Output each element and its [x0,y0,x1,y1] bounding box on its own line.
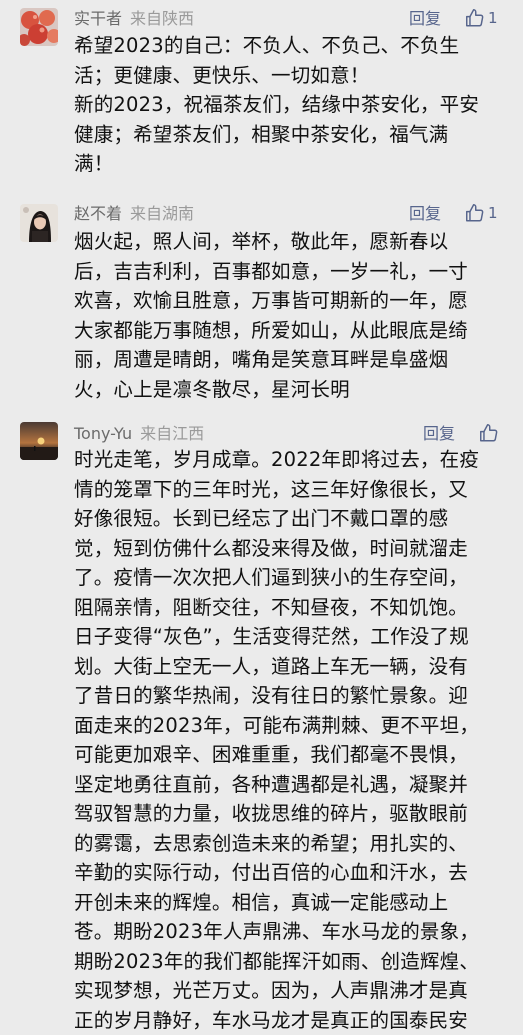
like-button[interactable]: 1 [464,201,498,225]
comment-text: 烟火起，照人间，举杯，敬此年，愿新春以 后，吉吉利利，百事都如意，一岁一礼，一寸… [74,227,504,404]
comment-line: 坚定地勇往直前，各种遭遇都是礼遇，凝聚并 [74,770,504,800]
comment-line: 丽，周遭是晴朗，嘴角是笑意耳畔是阜盛烟 [74,345,504,375]
like-button[interactable] [478,421,500,445]
author-location: 来自湖南 [130,204,194,223]
comment-line: 满！ [74,149,504,179]
comment-line: 了昔日的繁华热闹，没有往日的繁忙景象。迎 [74,681,504,711]
author-location: 来自江西 [140,424,204,443]
comment-line: 觉，短到仿佛什么都没来得及做，时间就溜走 [74,534,504,564]
reply-button[interactable]: 回复 [409,204,441,224]
comment-line: 后，吉吉利利，百事都如意，一岁一礼，一寸 [74,257,504,287]
comment-line: 划。大街上空无一人，道路上车无一辆，没有 [74,652,504,682]
avatar[interactable] [20,8,58,46]
comment-line: 阻隔亲情，阻断交往，不知昼夜，不知饥饱。 [74,593,504,623]
comment-line: 欢喜，欢愉且胜意，万事皆可期新的一年，愿 [74,286,504,316]
comment-header: 赵不着来自湖南 [74,204,194,224]
comment-line: 实现梦想，光芒万丈。因为，人声鼎沸才是真 [74,976,504,1006]
like-button[interactable]: 1 [464,6,498,30]
avatar[interactable] [20,204,58,242]
comment-line: 好像很短。长到已经忘了出门不戴口罩的感 [74,504,504,534]
comment-line: 活；更健康、更快乐、一切如意！ [74,61,504,91]
comment-line: 苍。期盼2023年人声鼎沸、车水马龙的景象， [74,917,504,947]
comment-line: 了。疫情一次次把人们逼到狭小的生存空间， [74,563,504,593]
comment-line: 希望2023的自己：不负人、不负己、不负生 [74,31,504,61]
comment-line: 期盼2023年的我们都能挥汗如雨、创造辉煌、 [74,947,504,977]
comment-line: 新的2023，祝福茶友们，结缘中茶安化，平安 [74,90,504,120]
comment-line: 正的岁月静好，车水马龙才是真正的国泰民安 [74,1006,504,1035]
reply-button[interactable]: 回复 [409,9,441,29]
thumbs-up-icon [464,7,486,29]
author-name[interactable]: 赵不着 [74,204,122,223]
author-location: 来自陕西 [130,9,194,28]
like-count: 1 [488,204,498,222]
comment-line: 日子变得“灰色”，生活变得茫然，工作没了规 [74,622,504,652]
comment-text: 希望2023的自己：不负人、不负己、不负生 活；更健康、更快乐、一切如意！ 新的… [74,31,504,179]
comment-text: 时光走笔，岁月成章。2022年即将过去，在疫 情的笼罩下的三年时光，这三年好像很… [74,445,504,1035]
comment-line: 时光走笔，岁月成章。2022年即将过去，在疫 [74,445,504,475]
comment-line: 面走来的2023年，可能布满荆棘、更不平坦， [74,711,504,741]
comment-line: 可能更加艰辛、困难重重，我们都毫不畏惧， [74,740,504,770]
author-name[interactable]: 实干者 [74,9,122,28]
thumbs-up-icon [464,202,486,224]
comment-line: 情的笼罩下的三年时光，这三年好像很长，又 [74,475,504,505]
comment-line: 火，心上是凛冬散尽，星河长明 [74,375,504,405]
reply-button[interactable]: 回复 [423,424,455,444]
author-name[interactable]: Tony-Yu [74,424,132,443]
avatar[interactable] [20,422,58,460]
thumbs-up-icon [478,422,500,444]
comment-line: 健康；希望茶友们，相聚中茶安化，福气满 [74,120,504,150]
comment-line: 开创未来的辉煌。相信，真诚一定能感动上 [74,888,504,918]
comment-header: Tony-Yu 来自江西 [74,424,204,444]
like-count: 1 [488,9,498,27]
comment-line: 驾驭智慧的力量，收拢思维的碎片，驱散眼前 [74,799,504,829]
comment-line: 烟火起，照人间，举杯，敬此年，愿新春以 [74,227,504,257]
comment-line: 的雾霭，去思索创造未来的希望；用扎实的、 [74,829,504,859]
comment-line: 辛勤的实际行动，付出百倍的心血和汗水，去 [74,858,504,888]
comment-header: 实干者来自陕西 [74,9,194,29]
comment-line: 大家都能万事随想，所爱如山，从此眼底是绮 [74,316,504,346]
